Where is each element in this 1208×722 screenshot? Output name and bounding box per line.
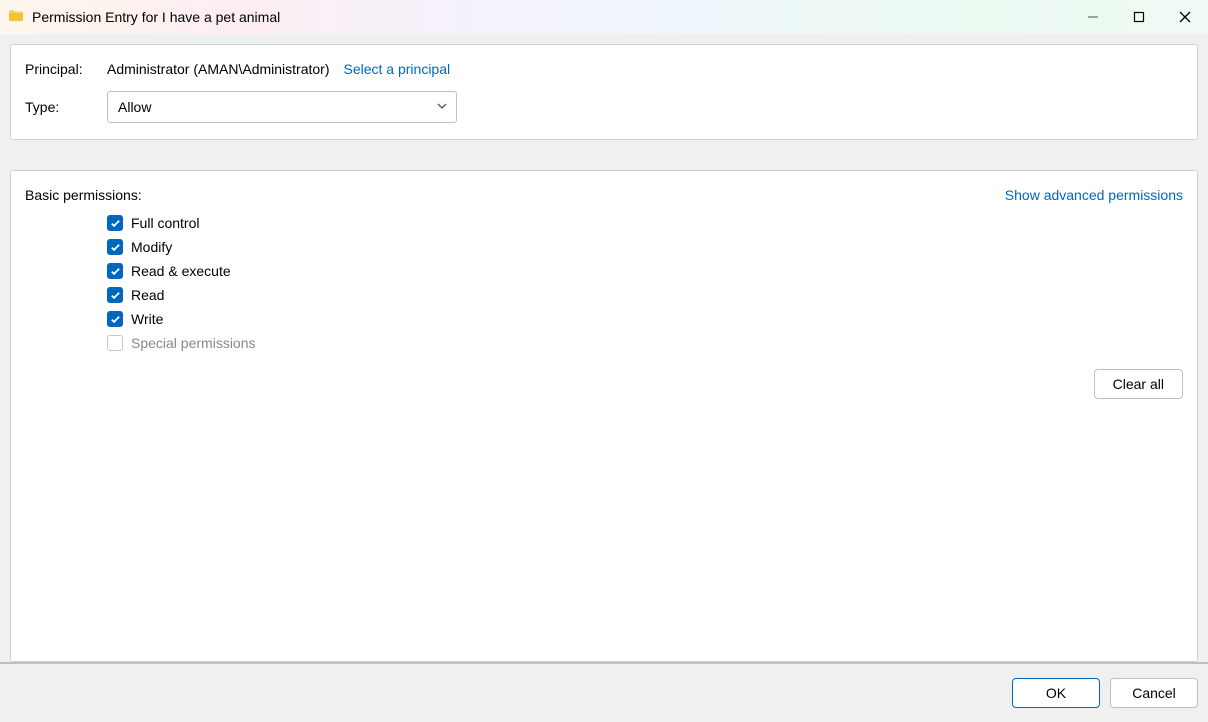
type-select[interactable]: Allow [107, 91, 457, 123]
type-select-value: Allow [118, 99, 151, 115]
principal-row: Principal: Administrator (AMAN\Administr… [25, 61, 1183, 77]
chevron-down-icon [436, 99, 448, 115]
select-principal-link[interactable]: Select a principal [344, 61, 451, 77]
type-label: Type: [25, 99, 107, 115]
clear-all-row: Clear all [25, 369, 1183, 399]
permission-item-read-execute: Read & execute [107, 263, 1183, 279]
content-area: Principal: Administrator (AMAN\Administr… [0, 34, 1208, 662]
dialog-footer: OK Cancel [0, 662, 1208, 722]
checkbox-write[interactable] [107, 311, 123, 327]
permission-label: Full control [131, 215, 199, 231]
show-advanced-permissions-link[interactable]: Show advanced permissions [1005, 187, 1183, 203]
ok-button[interactable]: OK [1012, 678, 1100, 708]
window-title: Permission Entry for I have a pet animal [32, 9, 280, 25]
type-row: Type: Allow [25, 91, 1183, 123]
permission-label: Read [131, 287, 164, 303]
cancel-button[interactable]: Cancel [1110, 678, 1198, 708]
title-bar: Permission Entry for I have a pet animal [0, 0, 1208, 34]
checkbox-read-execute[interactable] [107, 263, 123, 279]
permissions-list: Full control Modify Read & execute Read [107, 215, 1183, 351]
permission-item-special: Special permissions [107, 335, 1183, 351]
principal-value: Administrator (AMAN\Administrator) [107, 61, 330, 77]
principal-panel: Principal: Administrator (AMAN\Administr… [10, 44, 1198, 140]
permissions-header: Basic permissions: Show advanced permiss… [25, 187, 1183, 203]
permission-label: Special permissions [131, 335, 256, 351]
checkbox-read[interactable] [107, 287, 123, 303]
checkbox-modify[interactable] [107, 239, 123, 255]
permission-label: Read & execute [131, 263, 231, 279]
permission-label: Write [131, 311, 163, 327]
maximize-button[interactable] [1116, 0, 1162, 34]
permission-label: Modify [131, 239, 172, 255]
basic-permissions-label: Basic permissions: [25, 187, 142, 203]
clear-all-button[interactable]: Clear all [1094, 369, 1183, 399]
close-button[interactable] [1162, 0, 1208, 34]
window-controls [1070, 0, 1208, 34]
permission-item-modify: Modify [107, 239, 1183, 255]
permission-item-write: Write [107, 311, 1183, 327]
checkbox-special-permissions [107, 335, 123, 351]
permissions-panel: Basic permissions: Show advanced permiss… [10, 170, 1198, 662]
permission-item-read: Read [107, 287, 1183, 303]
folder-icon [8, 8, 24, 27]
principal-label: Principal: [25, 61, 107, 77]
minimize-button[interactable] [1070, 0, 1116, 34]
checkbox-full-control[interactable] [107, 215, 123, 231]
permission-item-full-control: Full control [107, 215, 1183, 231]
